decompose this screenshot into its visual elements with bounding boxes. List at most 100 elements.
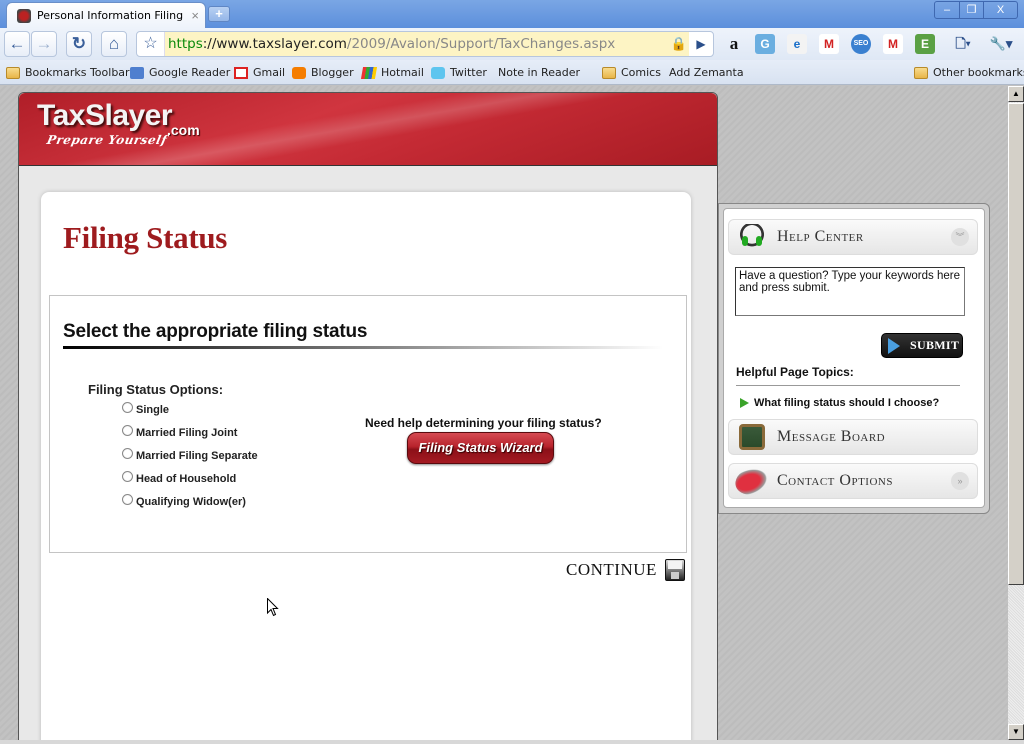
bookmark-google-reader[interactable]: Google Reader [130,64,230,81]
bookmark-note-in-reader[interactable]: Note in Reader [498,64,580,164]
gmail-checker-extension-icon[interactable]: M [819,34,839,54]
other-bookmarks-label: Other bookmarks [933,66,1024,79]
window-controls: – ❐ X [934,1,1018,19]
collapse-chevron-icon[interactable]: ︾ [951,228,969,246]
bookmark-label: Add Zemanta [669,66,744,79]
continue-button[interactable]: CONTINUE [566,559,685,581]
forward-button[interactable]: → [31,31,57,57]
address-bar[interactable]: ☆ https://www.taxslayer.com/2009/Avalon/… [136,31,714,57]
contact-options-title: Contact Options [777,472,893,489]
google-reader-extension-icon[interactable]: G [755,34,775,54]
submit-label: SUBMIT [910,338,960,352]
minimize-button[interactable]: – [935,2,959,18]
scroll-up-arrow-icon[interactable]: ▲ [1008,86,1024,102]
url-path: /2009/Avalon/Support/TaxChanges.aspx [346,36,616,52]
message-board-title: Message Board [777,428,886,445]
expand-chevron-icon[interactable]: » [951,472,969,490]
rss-icon [130,66,144,79]
folder-icon [6,66,20,79]
browser-toolbar: ← → ↻ ⌂ ☆ https://www.taxslayer.com/2009… [0,28,1024,60]
url-scheme: https [168,36,203,52]
bookmark-label: Hotmail [381,66,424,79]
ssl-lock-icon[interactable]: 🔒 [669,32,689,56]
bookmark-star-icon[interactable]: ☆ [137,32,165,56]
new-tab-button[interactable]: + [208,6,230,22]
close-window-button[interactable]: X [983,2,1017,18]
bookmark-hotmail[interactable]: Hotmail [360,64,424,81]
message-board-header[interactable]: Message Board [728,419,978,455]
gmail-notifier-extension-icon[interactable]: M [883,34,903,54]
reload-button[interactable]: ↻ [66,31,92,57]
helpful-topics-heading: Helpful Page Topics: [736,365,854,379]
radio-button[interactable] [122,401,133,413]
bookmark-label: Google Reader [149,66,231,79]
url-host: ://www.taxslayer.com [202,36,347,52]
ie-tab-extension-icon[interactable]: e [787,34,807,54]
bookmark-blogger[interactable]: Blogger [292,64,354,81]
bookmark-label: Bookmarks Toolbar [25,66,130,79]
filing-status-option[interactable]: Married Filing Separate [122,447,258,462]
filing-status-option[interactable]: Qualifying Widow(er) [122,493,246,508]
filing-status-option[interactable]: Married Filing Joint [122,424,238,439]
radio-button[interactable] [122,447,133,459]
radio-button[interactable] [122,424,133,436]
seo-extension-icon[interactable]: SEO [851,34,871,54]
page-menu-extension-icon[interactable]: 🗋▾ [948,34,978,54]
filing-status-wizard-button[interactable]: Filing Status Wizard [407,432,554,464]
computer-mouse-icon [731,462,773,500]
bookmark-twitter[interactable]: Twitter [431,64,487,81]
scrollbar-thumb[interactable] [1008,103,1024,585]
logo-tagline: Prepare Yourself [45,133,169,147]
help-center-title: Help Center [777,228,864,245]
gmail-icon [234,66,248,79]
bookmark-bookmarks-toolbar[interactable]: Bookmarks Toolbar [6,64,130,81]
tab-title: Personal Information Filing ... [37,9,188,22]
help-search-input[interactable] [735,267,965,316]
bookmark-label: Gmail [253,66,286,79]
evernote-extension-icon[interactable]: E [915,34,935,54]
scroll-down-arrow-icon[interactable]: ▼ [1008,724,1024,740]
browser-tab-active[interactable]: Personal Information Filing ... × [6,2,206,28]
taxslayer-site: TaxSlayer .com Prepare Yourself Filing S… [18,92,718,740]
topic-link-label: What filing status should I choose? [754,397,940,409]
bookmark-label: Twitter [450,66,487,79]
radio-button[interactable] [122,470,133,482]
contact-options-header[interactable]: Contact Options » [728,462,978,500]
other-bookmarks[interactable]: Other bookmarks [914,64,1024,81]
help-center-header[interactable]: Help Center ︾ [728,219,978,255]
bookmark-label: Note in Reader [498,66,580,79]
help-sidebar-inner: Help Center ︾ SUBMIT Helpful Page Topics… [723,208,985,508]
help-question-text: Need help determining your filing status… [365,416,602,430]
amazon-extension-icon[interactable]: a [724,34,744,54]
help-submit-button[interactable]: SUBMIT [881,333,963,358]
url-text[interactable]: https://www.taxslayer.com/2009/Avalon/Su… [165,32,669,56]
option-label: Single [136,404,170,416]
play-arrow-icon [888,337,900,354]
option-label: Married Filing Joint [136,427,238,439]
go-arrow-icon[interactable]: ▶ [689,32,713,56]
section-heading: Select the appropriate filing status [63,321,368,342]
back-button[interactable]: ← [4,31,30,57]
tab-close-icon[interactable]: × [191,8,199,23]
restore-button[interactable]: ❐ [959,2,983,18]
page-scrollbar[interactable]: ▲ ▼ [1008,86,1024,740]
taxslayer-logo[interactable]: TaxSlayer [37,99,173,133]
bookmark-comics[interactable]: Comics [602,64,661,81]
page-viewport: TaxSlayer .com Prepare Yourself Filing S… [0,86,1008,740]
mouse-pointer-icon [267,598,279,617]
taxslayer-favicon-icon [17,8,31,23]
green-arrow-icon [740,398,749,408]
topic-link[interactable]: What filing status should I choose? [740,397,939,409]
save-floppy-icon [664,559,685,581]
filing-status-option[interactable]: Single [122,401,170,416]
topics-divider [736,385,960,386]
filing-status-option[interactable]: Head of Household [122,470,236,485]
home-button[interactable]: ⌂ [101,31,127,57]
options-label: Filing Status Options: [88,382,224,397]
radio-button[interactable] [122,493,133,505]
bookmark-gmail[interactable]: Gmail [234,64,285,81]
site-header-banner: TaxSlayer .com Prepare Yourself [19,93,717,166]
bookmark-add-zemanta[interactable]: Add Zemanta [669,64,744,164]
wrench-menu-extension-icon[interactable]: 🔧▾ [986,34,1016,54]
continue-label: CONTINUE [566,560,657,579]
